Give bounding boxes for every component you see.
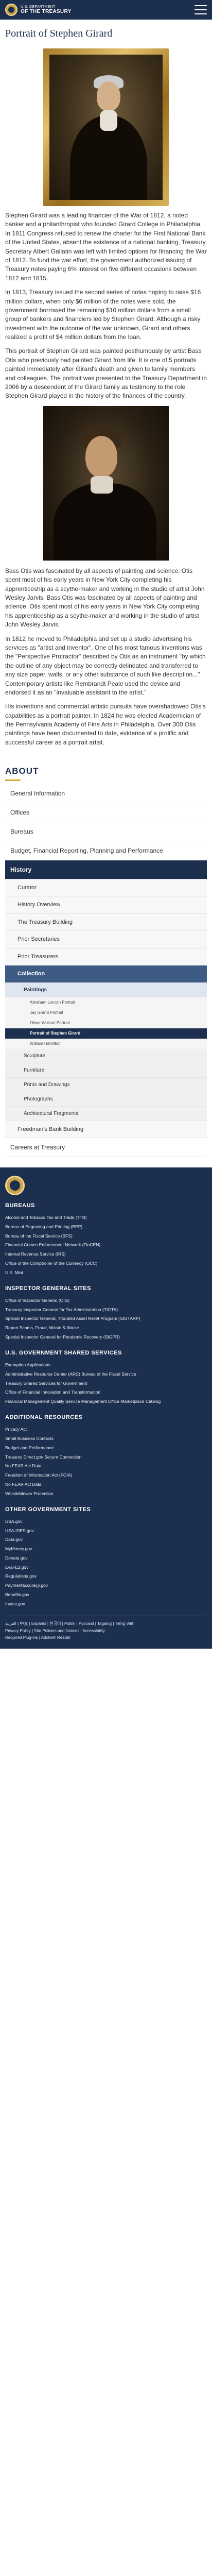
site-header: U.S. DEPARTMENT OF THE TREASURY [0,0,212,20]
footer-bottom-links: العربية | 中文 | Español | 한국어 | Polski | … [5,1615,207,1641]
footer-link[interactable]: Exemption Applications [5,1361,207,1370]
paragraph: In 1812 he moved to Philadelphia and set… [5,635,206,696]
footer-link[interactable]: Alcohol and Tobacco Tax and Trade (TTB) [5,1213,207,1223]
footer-link[interactable]: Paymentaccuracy.gov [5,1581,207,1590]
painting-link[interactable]: Oliver Wolcott Portrait [5,1018,207,1028]
footer-link[interactable]: No FEAR Act Data [5,1480,207,1489]
subnav-item-sculpture[interactable]: Sculpture [5,1049,207,1063]
subnav-item-history-overview[interactable]: History Overview [5,896,207,914]
history-subnav: Curator History Overview The Treasury Bu… [5,879,207,1139]
subnav-item-architectural-fragments[interactable]: Architectural Fragments [5,1107,207,1121]
footer-link[interactable]: Whistleblower Protection [5,1489,207,1498]
subnav-item-prints-drawings[interactable]: Prints and Drawings [5,1078,207,1092]
nav-item-offices[interactable]: Offices [5,803,207,822]
footer-section-title: Additional Resources [5,1414,83,1421]
bass-otis-portrait [43,405,169,561]
footer-link[interactable]: Donate.gov [5,1553,207,1563]
footer-link[interactable]: Small Business Contacts [5,1434,207,1444]
nav-item-careers[interactable]: Careers at Treasury [5,1138,207,1158]
footer-link[interactable]: Regulations.gov [5,1572,207,1581]
footer-link[interactable]: Report Scams, Fraud, Waste & Abuse [5,1324,207,1333]
footer-link[interactable]: Treasury Shared Services for Government [5,1379,207,1388]
footer-section: Additional Resources Privacy Act Small Bus… [5,1413,207,1498]
paragraph: Stephen Girard was a leading financier o… [5,212,207,282]
subnav-item-treasury-building[interactable]: The Treasury Building [5,914,207,931]
footer-link[interactable]: Special Inspector General, Troubled Asse… [5,1314,207,1324]
site-footer: Bureaus Alcohol and Tobacco Tax and Trade… [0,1167,212,1649]
painting-link[interactable]: Jay Grand Portrait [5,1008,207,1018]
painting-link[interactable]: William Hamilton [5,1039,207,1049]
hamburger-menu-icon[interactable] [195,5,207,14]
footer-link[interactable]: Data.gov [5,1535,207,1545]
footer-link[interactable]: Budget and Performance [5,1443,207,1452]
paragraph: In 1813, Treasury issued the second seri… [5,289,201,341]
footer-link[interactable]: Privacy Act [5,1425,207,1434]
about-nav: ABOUT General Information Offices Bureau… [0,765,212,1158]
footer-section: Bureaus Alcohol and Tobacco Tax and Trade… [5,1201,207,1277]
footer-link[interactable]: Freedom of Information Act (FOIA) [5,1471,207,1480]
page-title: Portrait of Stephen Girard [5,28,113,39]
subnav-item-paintings[interactable]: Paintings [5,982,207,997]
footer-link[interactable]: Treasury Direct.gov Secure Connection [5,1452,207,1462]
footer-section: U.S. Government Shared Services Exemption… [5,1349,207,1406]
paragraph: His inventions and commercial artistic p… [5,703,206,746]
subnav-item-collection[interactable]: Collection [5,965,207,983]
footer-link[interactable]: Office of Inspector General (OIG) [5,1296,207,1305]
footer-link[interactable]: No FEAR Act Data [5,1462,207,1471]
painting-link-current[interactable]: Portrait of Stephen Girard [5,1028,207,1039]
paragraph: This portrait of Stephen Girard was pain… [5,347,207,400]
footer-link[interactable]: MyMoney.gov [5,1545,207,1554]
stephen-girard-portrait [43,48,169,206]
footer-link[interactable]: Office of the Comptroller of the Currenc… [5,1259,207,1268]
footer-link[interactable]: Financial Crimes Enforcement Network (Fi… [5,1241,207,1250]
about-heading: ABOUT [5,765,207,781]
subnav-item-prior-secretaries[interactable]: Prior Secretaries [5,931,207,948]
footer-seal-icon [5,1176,25,1196]
footer-link[interactable]: Internal Revenue Service (IRS) [5,1250,207,1259]
subnav-item-freedmans-bank[interactable]: Freedman's Bank Building [5,1121,207,1139]
footer-link[interactable]: Treasury Inspector General for Tax Admin… [5,1305,207,1314]
footer-link[interactable]: Benefits.gov [5,1590,207,1599]
footer-section-title: Other Government Sites [5,1506,91,1513]
subnav-item-photographs[interactable]: Photographs [5,1092,207,1107]
footer-link[interactable]: USA.gov [5,1517,207,1526]
subnav-item-furniture[interactable]: Furniture [5,1063,207,1078]
footer-link[interactable]: Eval-Ez.gov [5,1563,207,1572]
nav-item-general-information[interactable]: General Information [5,784,207,803]
footer-link[interactable]: Invest.gov [5,1599,207,1608]
subnav-item-curator[interactable]: Curator [5,879,207,897]
paragraph: Bass Otis was fascinated by all aspects … [5,567,205,629]
article-body-2: Bass Otis was fascinated by all aspects … [5,567,207,747]
footer-link[interactable]: Bureau of Engraving and Printing (BEP) [5,1222,207,1231]
footer-section-title: Bureaus [5,1202,35,1209]
plugin-links[interactable]: Required Plug-ins | Adobe® Reader [5,1635,70,1640]
footer-link[interactable]: Bureau of the Fiscal Service (BFS) [5,1231,207,1241]
main-content: Portrait of Stephen Girard Stephen Girar… [0,26,212,747]
painting-link[interactable]: Abraham Lincoln Portrait [5,997,207,1008]
footer-link[interactable]: USA.IDES.gov [5,1526,207,1535]
language-links[interactable]: العربية | 中文 | Español | 한국어 | Polski | … [5,1621,133,1626]
subnav-item-prior-treasurers[interactable]: Prior Treasurers [5,948,207,966]
footer-link[interactable]: Special Inspector General for Pandemic R… [5,1332,207,1342]
policy-links[interactable]: Privacy Policy | Site Policies and Notic… [5,1629,105,1633]
collection-subnav: Paintings Abraham Lincoln Portrait Jay G… [5,982,207,1121]
footer-section: Other Government Sites USA.gov USA.IDES.go… [5,1505,207,1608]
article-body-1: Stephen Girard was a leading financier o… [5,211,207,401]
footer-link[interactable]: Administrative Resource Center (ARC) Bur… [5,1369,207,1379]
treasury-logo[interactable]: U.S. DEPARTMENT OF THE TREASURY [5,4,72,16]
footer-link[interactable]: Office of Financial Innovation and Trans… [5,1388,207,1397]
nav-item-budget[interactable]: Budget, Financial Reporting, Planning an… [5,841,207,860]
footer-section: Inspector General Sites Office of Inspect… [5,1284,207,1342]
footer-link[interactable]: U.S. Mint [5,1268,207,1277]
footer-section-title: Inspector General Sites [5,1285,91,1292]
nav-item-history[interactable]: History [5,860,207,879]
nav-item-bureaus[interactable]: Bureaus [5,822,207,841]
paintings-subnav: Abraham Lincoln Portrait Jay Grand Portr… [5,997,207,1049]
site-name: U.S. DEPARTMENT OF THE TREASURY [21,5,72,15]
footer-section-title: U.S. Government Shared Services [5,1350,122,1357]
footer-link[interactable]: Financial Management Quality Service Man… [5,1397,207,1406]
treasury-seal-icon [5,4,17,16]
